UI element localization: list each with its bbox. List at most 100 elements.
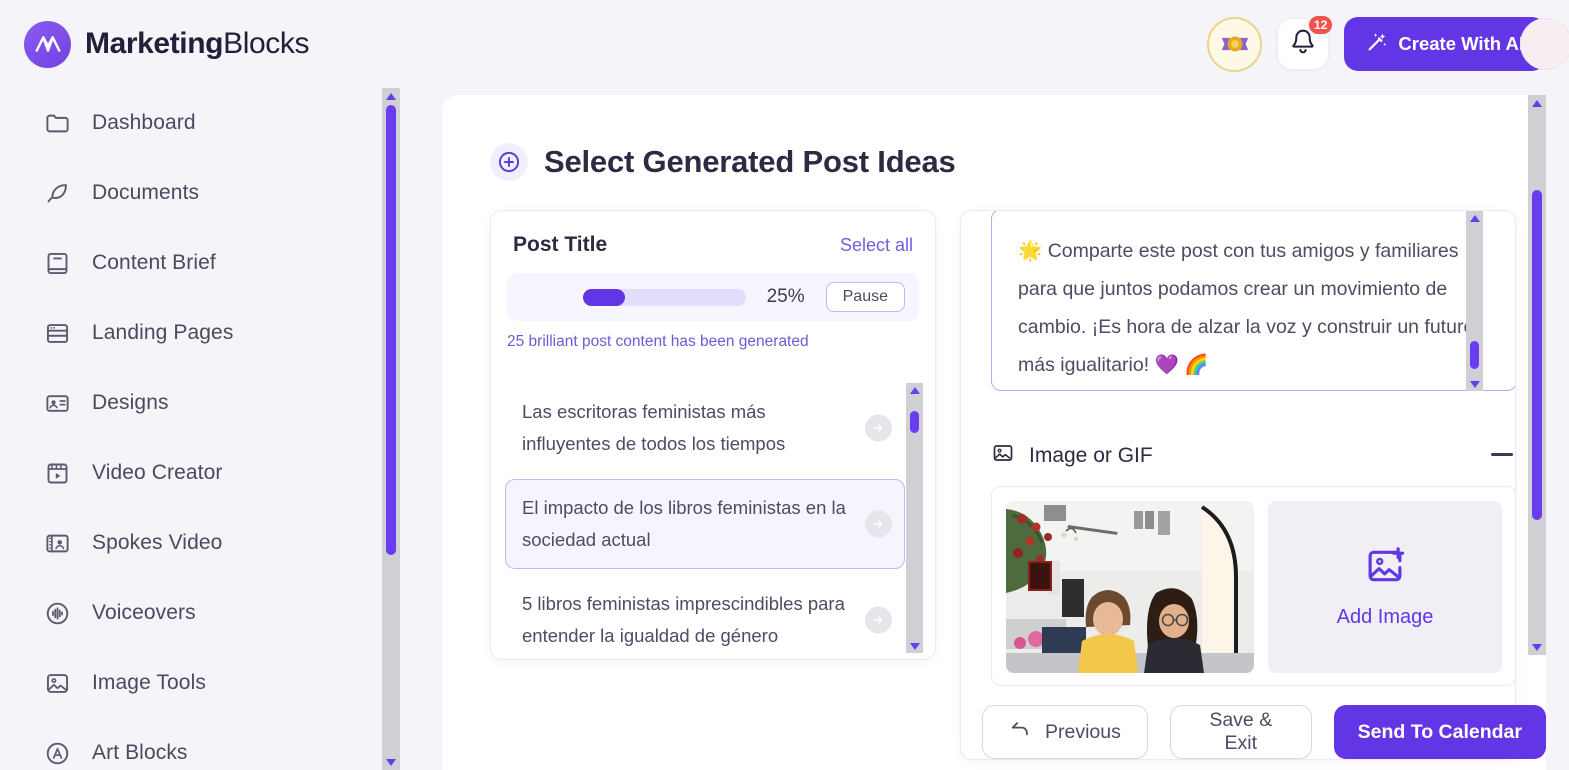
add-image-button[interactable]: Add Image (1268, 501, 1502, 673)
post-preview-panel: 🌟 Comparte este post con tus amigos y fa… (960, 210, 1516, 760)
post-ideas-scrollbar[interactable] (906, 383, 923, 653)
sidebar-item-label: Landing Pages (92, 321, 234, 344)
post-idea-text: 5 libros feministas imprescindibles para… (522, 593, 845, 646)
sidebar-item-label: Image Tools (92, 671, 206, 694)
create-with-ai-label: Create With AI (1398, 33, 1524, 54)
person-video-icon (42, 528, 72, 558)
image-section-title: Image or GIF (1029, 443, 1153, 467)
sidebar-item-label: Dashboard (92, 111, 196, 134)
main-content-card: Select Generated Post Ideas Post Title S… (442, 95, 1546, 770)
save-and-exit-button[interactable]: Save & Exit (1169, 705, 1312, 759)
wizard-footer-buttons: Previous Save & Exit Send To Calendar (982, 705, 1546, 759)
mountain-logo-icon (24, 20, 71, 68)
post-idea-text: El impacto de los libros feministas en l… (522, 497, 846, 550)
scrollbar-thumb[interactable] (1470, 341, 1479, 369)
scroll-down-arrow-icon[interactable] (1528, 639, 1546, 655)
image-icon (991, 441, 1015, 470)
arrow-back-icon (1009, 718, 1031, 746)
letter-a-circle-icon (42, 738, 72, 768)
sidebar-item-voiceovers[interactable]: Voiceovers (0, 578, 380, 648)
post-content-textarea[interactable]: 🌟 Comparte este post con tus amigos y fa… (991, 211, 1515, 391)
select-all-link[interactable]: Select all (840, 235, 913, 256)
scroll-down-arrow-icon[interactable] (1466, 377, 1483, 391)
arrow-right-circle-icon[interactable] (865, 606, 892, 634)
sidebar-item-label: Documents (92, 181, 200, 204)
brand-name-part2: Blocks (223, 27, 310, 60)
previous-button[interactable]: Previous (982, 705, 1148, 759)
image-plus-icon (1364, 545, 1406, 592)
scrollbar-thumb[interactable] (1532, 190, 1542, 520)
plus-circle-icon (490, 143, 528, 181)
notifications-button[interactable]: 12 (1278, 14, 1335, 69)
sidebar-item-label: Art Blocks (92, 741, 188, 764)
post-ideas-panel: Post Title Select all 25% Pause 25 brill… (490, 210, 936, 660)
scroll-down-arrow-icon[interactable] (906, 639, 923, 653)
previous-label: Previous (1045, 720, 1121, 743)
app-header: MarketingBlocks 12 Create With AI (0, 0, 1569, 88)
image-section-header: Image or GIF (991, 441, 1515, 470)
id-card-icon (42, 388, 72, 418)
scrollbar-thumb[interactable] (910, 411, 919, 433)
sidebar-item-dashboard[interactable]: Dashboard (0, 88, 380, 158)
list-item[interactable]: Las escritoras feministas más influyente… (505, 383, 905, 473)
app-root: MarketingBlocks 12 Create With AI Dashbo… (0, 0, 1569, 770)
create-with-ai-button[interactable]: Create With AI (1344, 17, 1546, 71)
sidebar-item-video-creator[interactable]: Video Creator (0, 438, 380, 508)
sidebar-item-label: Voiceovers (92, 601, 196, 624)
sidebar-item-landing-pages[interactable]: Landing Pages (0, 298, 380, 368)
brand-name-part1: Marketing (85, 27, 224, 60)
progress-bar (583, 288, 746, 306)
sidebar-item-art-blocks[interactable]: Art Blocks (0, 718, 380, 770)
page-scrollbar[interactable] (1528, 95, 1546, 655)
scroll-up-arrow-icon[interactable] (906, 383, 923, 397)
waveform-circle-icon (42, 598, 72, 628)
list-item[interactable]: 5 libros feministas imprescindibles para… (505, 575, 905, 653)
sidebar-item-documents[interactable]: Documents (0, 158, 380, 228)
post-idea-text: Las escritoras feministas más influyente… (522, 401, 786, 454)
post-image-thumbnail[interactable] (1006, 501, 1254, 673)
progress-percent-label: 25% (766, 286, 805, 307)
award-badge-icon[interactable] (1207, 16, 1263, 72)
notification-count-badge: 12 (1307, 14, 1335, 36)
post-ideas-header: Post Title Select all (491, 211, 935, 257)
post-content-scrollbar[interactable] (1466, 211, 1483, 391)
arrow-right-circle-icon[interactable] (865, 414, 892, 442)
book-icon (42, 248, 72, 278)
post-content-text: 🌟 Comparte este post con tus amigos y fa… (1018, 240, 1475, 376)
image-gallery: Add Image (991, 486, 1515, 686)
generated-count-note: 25 brilliant post content has been gener… (507, 333, 809, 350)
browser-window-icon (42, 318, 72, 348)
sidebar-item-label: Video Creator (92, 461, 223, 484)
brand-name: MarketingBlocks (85, 27, 309, 61)
sidebar-item-image-tools[interactable]: Image Tools (0, 648, 380, 718)
sidebar-nav: Dashboard Documents Content Brief Landin… (0, 88, 380, 770)
arrow-right-circle-icon[interactable] (865, 510, 892, 538)
pause-button[interactable]: Pause (825, 282, 905, 312)
save-and-exit-label: Save & Exit (1209, 709, 1273, 754)
sidebar-scrollbar[interactable] (382, 88, 400, 770)
photo-icon (42, 668, 72, 698)
scroll-up-arrow-icon[interactable] (1466, 211, 1483, 225)
scroll-down-arrow-icon[interactable] (382, 754, 400, 770)
list-item[interactable]: El impacto de los libros feministas en l… (505, 479, 905, 569)
sidebar-item-label: Content Brief (92, 251, 216, 274)
generation-progress-row: 25% Pause (507, 273, 919, 321)
scroll-up-arrow-icon[interactable] (382, 88, 400, 104)
post-ideas-list: Las escritoras feministas más influyente… (505, 383, 905, 653)
send-to-calendar-button[interactable]: Send To Calendar (1333, 705, 1546, 759)
brand-logo-group[interactable]: MarketingBlocks (24, 20, 309, 68)
page-title: Select Generated Post Ideas (544, 144, 956, 179)
magic-wand-icon (1366, 31, 1388, 58)
minus-icon[interactable] (1491, 453, 1513, 456)
feather-icon (42, 178, 72, 208)
header-actions: 12 Create With AI (1207, 0, 1569, 88)
scroll-up-arrow-icon[interactable] (1528, 95, 1546, 111)
scrollbar-thumb[interactable] (386, 105, 396, 555)
page-title-row: Select Generated Post Ideas (490, 143, 1546, 181)
sidebar-item-content-brief[interactable]: Content Brief (0, 228, 380, 298)
sidebar-item-designs[interactable]: Designs (0, 368, 380, 438)
user-avatar[interactable] (1520, 18, 1569, 70)
sidebar-item-spokes-video[interactable]: Spokes Video (0, 508, 380, 578)
folder-icon (42, 108, 72, 138)
sidebar-item-label: Spokes Video (92, 531, 223, 554)
